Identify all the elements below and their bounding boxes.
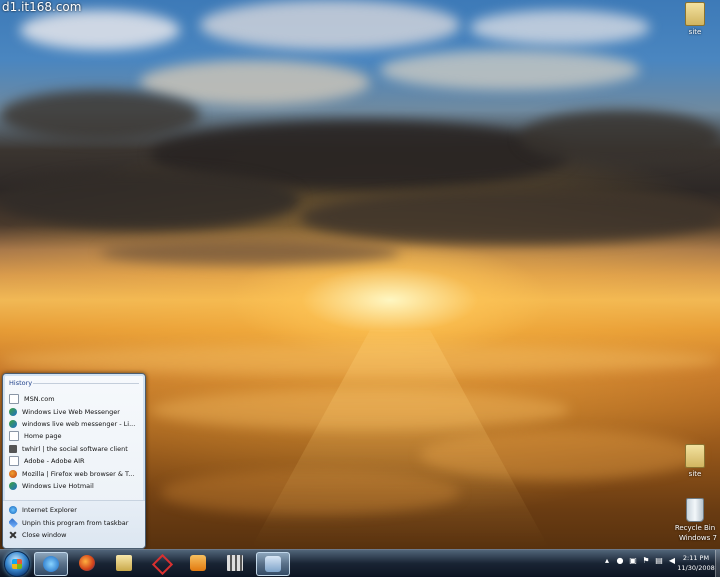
network-status-icon[interactable]: ▣ — [629, 556, 637, 566]
task-item-label: Internet Explorer — [22, 506, 77, 515]
taskbar-button-explorer-folder[interactable] — [108, 552, 140, 574]
folder-icon — [685, 2, 705, 26]
history-item-label: Windows Live Web Messenger — [22, 407, 120, 416]
jump-list-tasks: Internet Explorer Unpin this program from… — [3, 500, 145, 548]
history-item-label: twhirl | the social software client — [22, 444, 128, 453]
history-item-label: Home page — [24, 432, 62, 441]
history-item[interactable]: MSN.com — [9, 393, 139, 405]
pin-icon — [9, 517, 18, 528]
page-icon — [9, 456, 19, 467]
history-item[interactable]: Windows Live Hotmail — [9, 480, 139, 492]
history-item-label: Mozilla | Firefox web browser & T... — [22, 469, 135, 478]
taskbar-button-program[interactable] — [145, 552, 177, 576]
ie-icon — [43, 556, 59, 572]
task-item[interactable]: Internet Explorer — [9, 504, 139, 516]
jump-list-history-header: History — [9, 379, 33, 387]
media-icon — [190, 555, 206, 571]
action-center-icon[interactable]: ⚑ — [642, 556, 650, 566]
task-item-label: Close window — [22, 530, 67, 539]
history-list: MSN.com Windows Live Web Messenger windows… — [9, 393, 139, 492]
volume-icon[interactable]: ◀ — [668, 556, 676, 566]
history-item[interactable]: Mozilla | Firefox web browser & T... — [9, 467, 139, 479]
history-item[interactable]: Windows Live Web Messenger — [9, 405, 139, 417]
msn-icon — [9, 481, 17, 490]
folder-icon — [685, 444, 705, 468]
messenger-status-icon[interactable]: ● — [616, 556, 624, 566]
history-item-label: windows live web messenger - Li... — [22, 419, 136, 428]
show-hidden-icons-icon[interactable]: ▴ — [603, 556, 611, 566]
history-item-label: MSN.com — [24, 395, 55, 404]
msn-icon — [9, 407, 17, 416]
page-icon — [9, 394, 19, 405]
history-item-label: Windows Live Hotmail — [22, 481, 94, 490]
history-item[interactable]: Adobe - Adobe AIR — [9, 455, 139, 467]
taskbar-button-film-app[interactable] — [219, 552, 251, 574]
os-version-label: Windows 7 — [679, 534, 717, 542]
task-item[interactable]: Unpin this program from taskbar — [9, 516, 139, 528]
desktop-icon-site-bottom[interactable]: site — [673, 444, 717, 478]
firefox-icon — [79, 555, 95, 571]
page-icon — [9, 431, 19, 442]
history-item[interactable]: windows live web messenger - Li... — [9, 418, 139, 430]
tasks-list: Internet Explorer Unpin this program from… — [9, 504, 139, 541]
ie-jump-list: History MSN.com Windows Live Web Messenge… — [2, 373, 146, 549]
watermark-text: d1.it168.com — [2, 0, 82, 14]
header-divider — [33, 383, 139, 384]
history-item[interactable]: twhirl | the social software client — [9, 443, 139, 455]
clock-time: 2:11 PM — [682, 554, 710, 562]
firefox-icon — [9, 469, 17, 478]
task-item[interactable]: Close window — [9, 529, 139, 541]
taskbar-button-firefox[interactable] — [71, 552, 103, 574]
history-item[interactable]: Home page — [9, 430, 139, 442]
star-icon — [151, 553, 174, 576]
msn-icon — [9, 419, 17, 428]
camera-icon — [265, 556, 281, 572]
taskbar-button-media-player[interactable] — [182, 552, 214, 574]
desktop-icon-site-top[interactable]: site — [673, 2, 717, 36]
taskbar-button-camera-app[interactable] — [256, 552, 290, 576]
history-item-label: Adobe - Adobe AIR — [24, 457, 85, 466]
close-icon — [9, 531, 17, 539]
desktop-icon-label: site — [688, 470, 702, 478]
taskbar: ▴ ● ▣ ⚑ ▤ ◀ 2:11 PM 11/30/2008 — [0, 549, 720, 577]
show-desktop-button[interactable] — [715, 550, 720, 577]
ie-icon — [9, 506, 17, 515]
notification-area: ▴ ● ▣ ⚑ ▤ ◀ — [603, 556, 676, 566]
desktop-icon-label: site — [688, 28, 702, 36]
taskbar-button-internet-explorer[interactable] — [34, 552, 68, 576]
task-item-label: Unpin this program from taskbar — [22, 518, 129, 527]
folder-icon — [116, 555, 132, 571]
film-icon — [227, 555, 243, 571]
start-button[interactable] — [4, 551, 30, 577]
twhirl-icon — [9, 444, 17, 453]
desktop-icon-label: Recycle Bin — [674, 524, 716, 532]
recycle-bin-icon — [686, 498, 704, 522]
clock-date: 11/30/2008 — [677, 564, 715, 572]
network-icon[interactable]: ▤ — [655, 556, 663, 566]
windows-logo-icon — [12, 559, 22, 569]
system-clock[interactable]: 2:11 PM 11/30/2008 — [677, 553, 715, 573]
desktop-icon-recycle-bin[interactable]: Recycle Bin — [673, 498, 717, 532]
